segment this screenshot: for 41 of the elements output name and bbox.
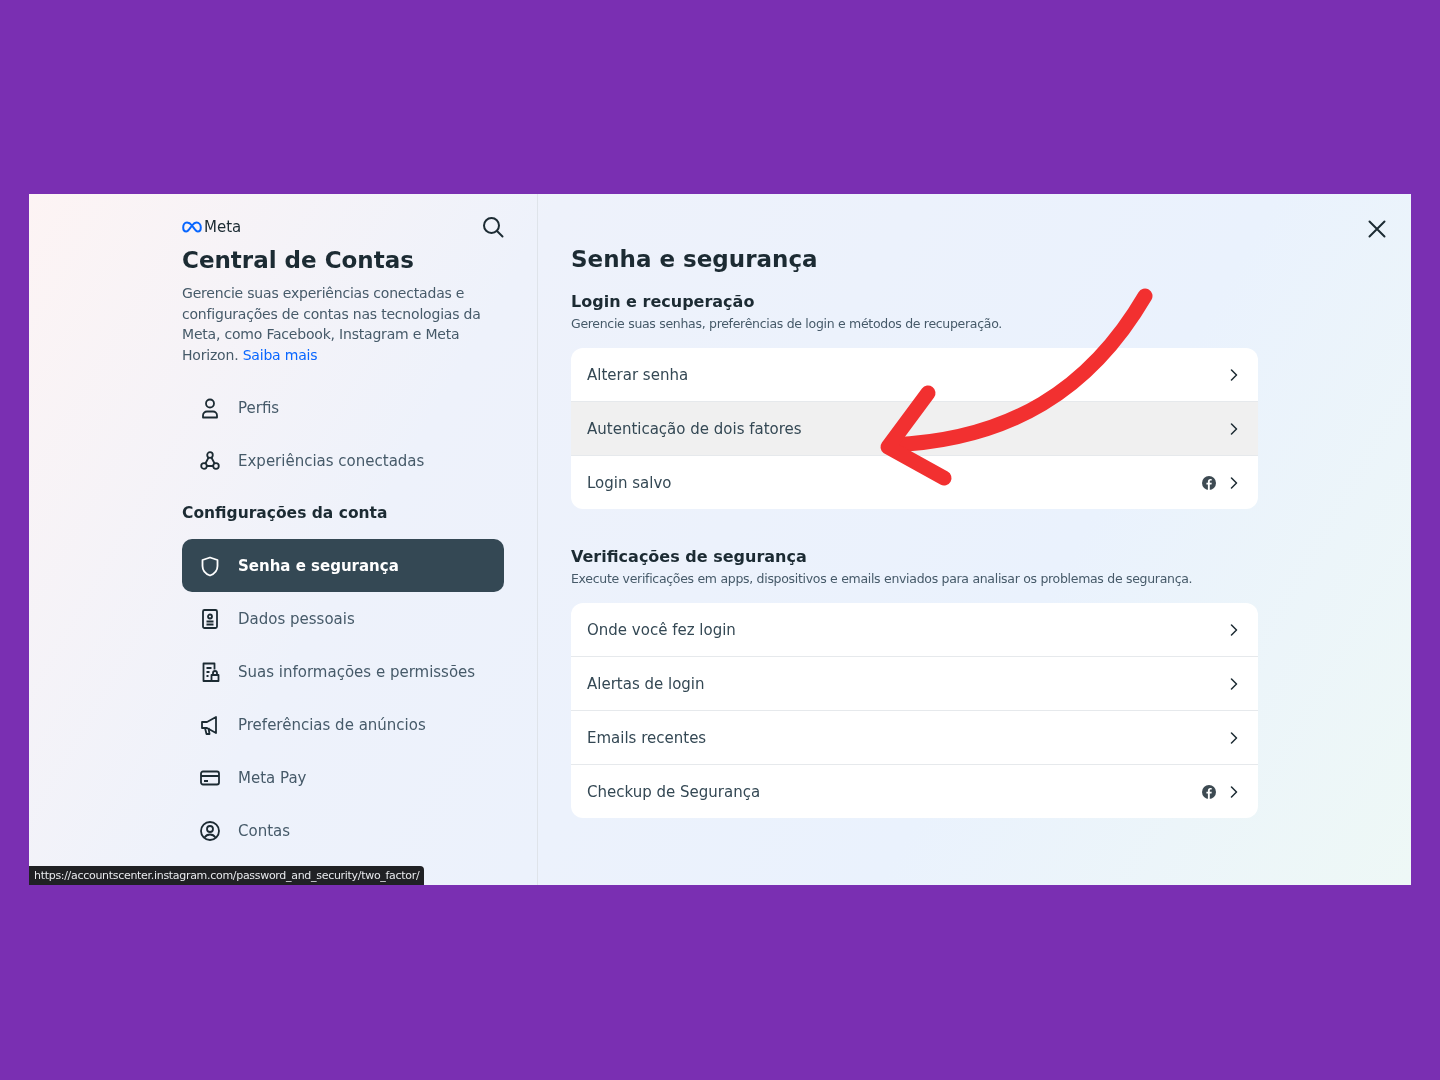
- learn-more-link[interactable]: Saiba mais: [242, 346, 318, 363]
- chevron-right-icon: [1230, 785, 1238, 798]
- sidebar-item[interactable]: Senha e segurança: [182, 539, 504, 592]
- settings-row[interactable]: Autenticação de dois fatores: [571, 401, 1258, 455]
- page-title: Senha e segurança: [571, 246, 819, 272]
- settings-row[interactable]: Alterar senha: [571, 348, 1258, 401]
- section-heading: Login e recuperação: [571, 292, 756, 311]
- settings-row[interactable]: Onde você fez login: [571, 603, 1258, 656]
- section-subtitle: Gerencie suas senhas, preferências de login e métodos de recuperação.: [571, 316, 1003, 331]
- sidebar-item[interactable]: Meta Pay: [182, 751, 504, 804]
- search-icon[interactable]: [482, 216, 504, 238]
- brand-name: Meta: [204, 218, 242, 236]
- settings-row[interactable]: Login salvo: [571, 455, 1258, 509]
- connected-nodes-icon: [199, 449, 221, 472]
- chevron-right-icon: [1230, 476, 1238, 489]
- settings-row[interactable]: Alertas de login: [571, 656, 1258, 710]
- sidebar-item[interactable]: Contas: [182, 804, 504, 857]
- infinity-logo-icon: [182, 221, 202, 233]
- chevron-right-icon: [1230, 677, 1238, 690]
- chevron-right-icon: [1230, 422, 1238, 435]
- section-subtitle: Execute verificações em apps, dispositivos e emails enviados para analisar os problemas de segurança.: [571, 571, 1194, 586]
- chevron-right-icon: [1230, 623, 1238, 636]
- sidebar-item[interactable]: Experiências conectadas: [182, 434, 504, 487]
- settings-row[interactable]: Emails recentes: [571, 710, 1258, 764]
- id-card-icon: [199, 607, 221, 630]
- section-heading: Verificações de segurança: [571, 547, 808, 566]
- sidebar-item[interactable]: Perfis: [182, 381, 504, 434]
- sidebar-description: Gerencie suas experiências conectadas e configurações de contas nas tecnologias da Meta, como Facebook, Instagram e Meta Horizon. Saiba mais: [182, 284, 482, 365]
- sidebar-title: Central de Contas: [182, 247, 415, 273]
- sidebar-item[interactable]: Dados pessoais: [182, 592, 504, 645]
- close-icon[interactable]: [1368, 220, 1386, 238]
- account-circle-icon: [199, 819, 221, 842]
- sidebar-item[interactable]: Preferências de anúncios: [182, 698, 504, 751]
- status-url: https://accountscenter.instagram.com/password_and_security/two_factor/: [29, 866, 425, 885]
- person-icon: [199, 396, 221, 419]
- section-heading: Configurações da conta: [182, 503, 389, 524]
- shield-icon: [199, 554, 221, 577]
- chevron-right-icon: [1230, 731, 1238, 744]
- chevron-right-icon: [1230, 368, 1238, 381]
- sidebar-item[interactable]: Suas informações e permissões: [182, 645, 504, 698]
- settings-row[interactable]: Checkup de Segurança: [571, 764, 1258, 818]
